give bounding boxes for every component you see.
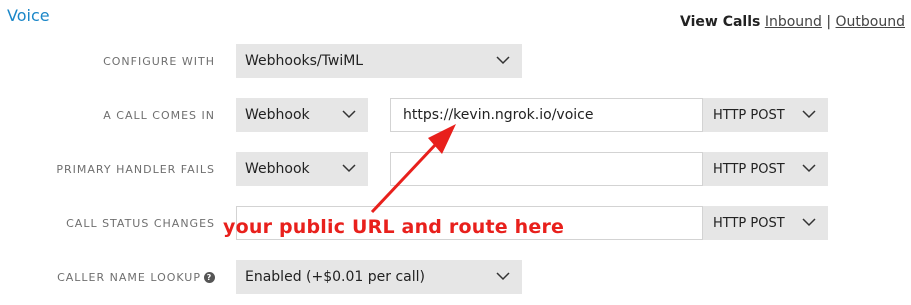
outbound-link[interactable]: Outbound [836,14,905,30]
call-comes-in-method-select[interactable]: HTTP POST [703,98,828,132]
caller-name-lookup-label-wrap: CALLER NAME LOOKUP? [57,271,215,284]
primary-handler-fails-label: PRIMARY HANDLER FAILS [56,163,215,176]
chevron-down-icon [802,164,816,173]
call-comes-in-url-group: https://kevin.ngrok.io/voice HTTP POST [390,98,828,132]
call-comes-in-label: A CALL COMES IN [103,109,215,122]
inbound-link[interactable]: Inbound [765,14,822,30]
view-calls-label: View Calls [680,14,761,30]
chevron-down-icon [496,272,510,281]
annotation-text: your public URL and route here [223,216,565,238]
call-status-changes-label: CALL STATUS CHANGES [66,217,215,230]
chevron-down-icon [496,56,510,65]
chevron-down-icon [342,164,356,173]
call-comes-in-type-value: Webhook [245,107,310,123]
chevron-down-icon [802,218,816,227]
call-comes-in-method-value: HTTP POST [713,107,785,123]
configure-with-label: CONFIGURE WITH [103,55,215,68]
call-comes-in-url-input[interactable]: https://kevin.ngrok.io/voice [390,98,703,132]
help-icon[interactable]: ? [204,272,215,283]
primary-handler-url-input[interactable] [390,152,703,186]
header-links: View Calls Inbound | Outbound [680,14,905,30]
chevron-down-icon [342,110,356,119]
configure-with-value: Webhooks/TwiML [245,53,364,69]
primary-handler-type-value: Webhook [245,161,310,177]
configure-with-select[interactable]: Webhooks/TwiML [236,44,522,78]
call-status-method-select[interactable]: HTTP POST [703,206,828,240]
caller-name-lookup-select[interactable]: Enabled (+$0.01 per call) [236,260,522,294]
primary-handler-method-select[interactable]: HTTP POST [703,152,828,186]
call-comes-in-type-select[interactable]: Webhook [236,98,368,132]
chevron-down-icon [802,110,816,119]
section-title: Voice [7,6,50,25]
primary-handler-method-value: HTTP POST [713,161,785,177]
separator: | [826,14,832,30]
caller-name-lookup-label: CALLER NAME LOOKUP [57,271,201,284]
caller-name-lookup-value: Enabled (+$0.01 per call) [245,269,425,285]
primary-handler-url-group: HTTP POST [390,152,828,186]
call-status-method-value: HTTP POST [713,215,785,231]
primary-handler-type-select[interactable]: Webhook [236,152,368,186]
